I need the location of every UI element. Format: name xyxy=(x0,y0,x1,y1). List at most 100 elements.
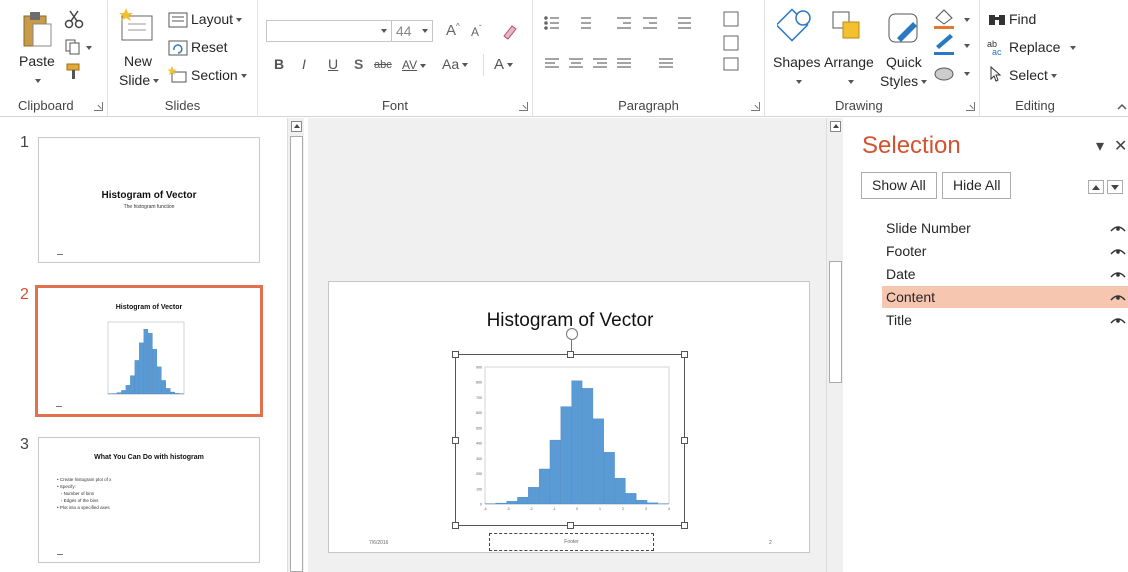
character-spacing-button[interactable]: AV xyxy=(402,58,427,72)
cut-icon[interactable] xyxy=(64,9,84,29)
arrange-dropdown[interactable] xyxy=(848,80,854,84)
selection-item-label: Title xyxy=(886,312,912,328)
x-tick-label: 4 xyxy=(668,507,670,511)
resize-handle-br[interactable] xyxy=(681,522,688,529)
select-button[interactable]: Select xyxy=(1009,67,1057,83)
shapes-icon[interactable] xyxy=(777,8,813,48)
font-size-input[interactable]: 44 xyxy=(391,20,433,42)
eye-icon[interactable] xyxy=(1110,270,1126,278)
font-launcher[interactable] xyxy=(519,102,528,111)
find-button[interactable]: Find xyxy=(1009,11,1036,27)
reset-button[interactable]: Reset xyxy=(191,39,228,55)
resize-handle-t[interactable] xyxy=(567,351,574,358)
layout-label: Layout xyxy=(191,11,234,27)
resize-handle-tl[interactable] xyxy=(452,351,459,358)
eye-icon[interactable] xyxy=(1110,293,1126,301)
thumbnail-scrollbar[interactable] xyxy=(287,118,304,572)
font-name-input[interactable] xyxy=(266,20,392,42)
selection-item[interactable]: Footer xyxy=(882,240,1128,262)
thumb-3-bullets: • Create histogram plot of x • Specify: … xyxy=(57,476,111,511)
new-slide-icon[interactable] xyxy=(118,8,154,42)
edit-scroll-up[interactable] xyxy=(830,121,841,132)
pane-options-dropdown[interactable]: ▾ xyxy=(1096,136,1104,156)
edit-area-scrollbar[interactable] xyxy=(826,118,843,572)
arrange-button[interactable]: Arrange xyxy=(824,54,874,70)
resize-handle-tr[interactable] xyxy=(681,351,688,358)
shrink-font-button[interactable]: Aˇ xyxy=(471,24,482,39)
new-slide-button[interactable]: Slide xyxy=(119,72,160,88)
selection-item-label: Date xyxy=(886,266,916,282)
footer-placeholder[interactable]: Footer xyxy=(489,533,654,551)
arrange-icon[interactable] xyxy=(831,10,865,48)
slide-thumbnail-2[interactable]: Histogram of Vector ▬▬ xyxy=(35,285,263,417)
format-painter-icon[interactable] xyxy=(64,62,84,80)
slide-number[interactable]: 2 xyxy=(769,540,772,546)
section-icon[interactable] xyxy=(168,66,188,84)
reset-icon[interactable] xyxy=(168,40,188,56)
thumbnail-scroll-thumb[interactable] xyxy=(290,136,303,572)
selection-item[interactable]: Title xyxy=(882,309,1128,331)
new-slide-label-1[interactable]: New xyxy=(124,53,152,69)
selection-item-selected[interactable]: Content xyxy=(882,286,1128,308)
content-selection-box[interactable]: 0 100 200 300 400 500 600 700 800 900 -4 -3 -2 -1 0 1 2 3… xyxy=(452,351,688,529)
font-color-button[interactable]: A xyxy=(494,56,514,73)
paragraph-launcher[interactable] xyxy=(751,102,760,111)
selection-item[interactable]: Date xyxy=(882,263,1128,285)
selection-item[interactable]: Slide Number xyxy=(882,217,1128,239)
show-all-button[interactable]: Show All xyxy=(861,172,937,199)
replace-icon[interactable]: ab ac xyxy=(986,38,1006,56)
edit-scroll-thumb[interactable] xyxy=(829,261,842,383)
quick-styles-icon[interactable] xyxy=(887,10,923,50)
slide-canvas[interactable]: Histogram of Vector 0 100 200 300 400 500 600 7… xyxy=(328,281,810,553)
selection-item-label: Footer xyxy=(886,243,927,259)
histogram-bar xyxy=(593,418,604,505)
underline-button[interactable]: U xyxy=(328,56,338,72)
rotate-handle[interactable] xyxy=(566,328,578,340)
quick-styles-label-1[interactable]: Quick xyxy=(886,54,922,70)
layout-icon[interactable] xyxy=(168,12,188,28)
paste-dropdown[interactable] xyxy=(35,79,41,83)
paragraph-label: Paragraph xyxy=(618,98,679,113)
resize-handle-l[interactable] xyxy=(452,437,459,444)
shadow-button[interactable]: S xyxy=(354,56,363,72)
slide-date[interactable]: 7/6/2016 xyxy=(369,540,388,546)
shapes-button[interactable]: Shapes xyxy=(773,54,820,70)
replace-button[interactable]: Replace xyxy=(1009,39,1077,55)
eye-icon[interactable] xyxy=(1110,247,1126,255)
resize-handle-bl[interactable] xyxy=(452,522,459,529)
clear-formatting-icon[interactable] xyxy=(501,22,519,40)
paste-icon[interactable] xyxy=(20,10,54,50)
bold-button[interactable]: B xyxy=(274,56,284,72)
section-button[interactable]: Section xyxy=(191,67,247,83)
send-backward-button[interactable] xyxy=(1107,180,1123,194)
binoculars-icon[interactable] xyxy=(988,12,1006,26)
eye-icon[interactable] xyxy=(1110,224,1126,232)
paste-button[interactable]: Paste xyxy=(19,53,55,69)
collapse-ribbon-icon[interactable] xyxy=(1116,100,1128,112)
thumbnail-scroll-up[interactable] xyxy=(291,121,302,132)
slide-edit-area[interactable]: Histogram of Vector 0 100 200 300 400 500 600 7… xyxy=(308,118,826,572)
shape-fill-outline-effects-icons[interactable] xyxy=(932,8,972,86)
close-pane-icon[interactable]: ✕ xyxy=(1114,136,1127,156)
slide-thumbnail-3[interactable]: What You Can Do with histogram • Create … xyxy=(38,437,260,563)
text-direction-icons[interactable] xyxy=(721,10,747,72)
shapes-dropdown[interactable] xyxy=(796,80,802,84)
x-tick-label: 3 xyxy=(645,507,647,511)
hide-all-button[interactable]: Hide All xyxy=(942,172,1012,199)
resize-handle-b[interactable] xyxy=(567,522,574,529)
italic-button[interactable]: I xyxy=(302,56,306,72)
grow-font-button[interactable]: A^ xyxy=(446,22,460,39)
change-case-button[interactable]: Aa xyxy=(442,56,469,72)
eye-icon[interactable] xyxy=(1110,316,1126,324)
slide-thumbnail-pane[interactable]: 1 Histogram of Vector The histogram func… xyxy=(0,118,287,572)
slide-thumbnail-1[interactable]: Histogram of Vector The histogram functi… xyxy=(38,137,260,263)
bring-forward-button[interactable] xyxy=(1088,180,1104,194)
copy-icon[interactable] xyxy=(64,38,94,56)
quick-styles-button[interactable]: Styles xyxy=(880,73,928,89)
drawing-launcher[interactable] xyxy=(966,102,975,111)
clipboard-launcher[interactable] xyxy=(94,102,103,111)
select-cursor-icon[interactable] xyxy=(988,66,1004,82)
strikethrough-button[interactable]: abc xyxy=(374,59,392,71)
layout-button[interactable]: Layout xyxy=(191,11,243,27)
resize-handle-r[interactable] xyxy=(681,437,688,444)
